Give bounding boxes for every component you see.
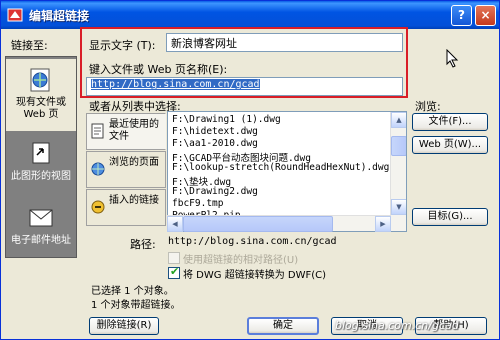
list-item[interactable]: fbcF9.tmp	[172, 198, 223, 209]
existing-file-icon	[30, 68, 50, 92]
email-icon	[29, 209, 53, 227]
list-item[interactable]: F:\lookup-stretch(RoundHeadHexNut).dwg	[172, 162, 389, 173]
recent-files-icon	[91, 123, 104, 139]
recent-files-list[interactable]: F:\Drawing1 (1).dwg F:\hidetext.dwg F:\a…	[167, 111, 407, 232]
inserted-links-icon	[91, 200, 105, 214]
browse-file-button[interactable]: 文件(F)...	[412, 113, 488, 131]
horizontal-scrollbar[interactable]: ◀ ▶	[167, 215, 391, 232]
sidebar-item-label: 现有文件或 Web 页	[16, 97, 66, 120]
sidebar-item-label: 此图形的视图	[11, 171, 71, 182]
relative-path-label: 使用超链接的相对路径(U)	[183, 255, 299, 266]
remove-link-button[interactable]: 删除链接(R)	[89, 317, 159, 335]
list-source-tabs: 最近使用的文件 浏览的页面 插入的链接	[86, 113, 166, 226]
close-icon: ×	[480, 8, 491, 22]
tab-recent-files[interactable]: 最近使用的文件	[86, 113, 166, 150]
relative-path-checkbox[interactable]	[168, 252, 180, 264]
browsed-pages-icon	[91, 162, 105, 176]
address-value: http://blog.sina.com.cn/gcad	[91, 79, 260, 90]
checkmark-icon: ✔	[170, 265, 180, 278]
tab-label: 插入的链接	[109, 195, 159, 206]
title-bar[interactable]: 编辑超链接 ? ×	[1, 1, 499, 29]
browse-label: 浏览:	[415, 100, 441, 113]
tab-label: 最近使用的文件	[109, 119, 159, 142]
sidebar-item-label: 电子邮件地址	[11, 235, 71, 246]
link-type-sidebar: 现有文件或 Web 页 此图形的视图 电子邮件地址	[5, 56, 77, 258]
scroll-down-icon[interactable]: ▼	[391, 199, 406, 215]
hyperlink-status: 1 个对象带超链接。	[91, 300, 181, 311]
close-button[interactable]: ×	[475, 5, 496, 26]
drawing-view-icon	[32, 142, 50, 164]
path-value: http://blog.sina.com.cn/gcad	[168, 236, 337, 247]
selected-status: 已选择 1 个对象。	[91, 286, 174, 297]
app-icon	[7, 8, 23, 22]
tab-inserted-links[interactable]: 插入的链接	[86, 189, 166, 226]
hscroll-thumb[interactable]	[183, 216, 333, 232]
scroll-left-icon[interactable]: ◀	[167, 216, 183, 232]
display-text-label: 显示文字 (T):	[89, 39, 156, 52]
edit-hyperlink-dialog: 编辑超链接 ? × 链接至: 显示文字 (T): 新浪博客网址 键入文件或 We…	[0, 0, 500, 340]
sidebar-item-email[interactable]: 电子邮件地址	[6, 199, 76, 255]
sidebar-item-existing-file[interactable]: 现有文件或 Web 页	[6, 59, 76, 131]
list-item[interactable]: F:\aa1-2010.dwg	[172, 138, 258, 149]
vertical-scrollbar[interactable]: ▲ ▼	[390, 112, 406, 231]
ok-button[interactable]: 确定	[247, 317, 319, 335]
convert-dwf-checkbox[interactable]: ✔	[168, 265, 180, 279]
list-item[interactable]: F:\hidetext.dwg	[172, 126, 258, 137]
display-text-field[interactable]: 新浪博客网址	[166, 33, 403, 52]
display-text-value: 新浪博客网址	[171, 37, 237, 50]
path-label: 路径:	[130, 238, 156, 251]
mouse-cursor-icon	[446, 49, 459, 68]
list-item[interactable]: F:\Drawing2.dwg	[172, 186, 258, 197]
address-label: 键入文件或 Web 页名称(E):	[89, 63, 228, 76]
convert-dwf-label: 将 DWG 超链接转换为 DWF(C)	[183, 270, 326, 281]
target-button[interactable]: 目标(G)...	[412, 208, 488, 226]
tab-browsed-pages[interactable]: 浏览的页面	[86, 151, 166, 188]
window-title: 编辑超链接	[29, 9, 90, 23]
help-icon: ?	[458, 8, 465, 22]
address-input[interactable]: http://blog.sina.com.cn/gcad	[86, 77, 403, 96]
sidebar-item-drawing-view[interactable]: 此图形的视图	[6, 135, 76, 195]
list-item[interactable]: F:\Drawing1 (1).dwg	[172, 114, 281, 125]
link-to-label: 链接至:	[11, 39, 48, 52]
help-title-button[interactable]: ?	[451, 5, 472, 26]
watermark: blog.sina.com.cn/gcad	[335, 319, 459, 332]
browse-web-button[interactable]: Web 页(W)...	[412, 136, 488, 154]
scroll-up-icon[interactable]: ▲	[391, 112, 406, 128]
tab-label: 浏览的页面	[109, 157, 159, 168]
scroll-right-icon[interactable]: ▶	[375, 216, 391, 232]
scroll-thumb[interactable]	[391, 136, 406, 156]
